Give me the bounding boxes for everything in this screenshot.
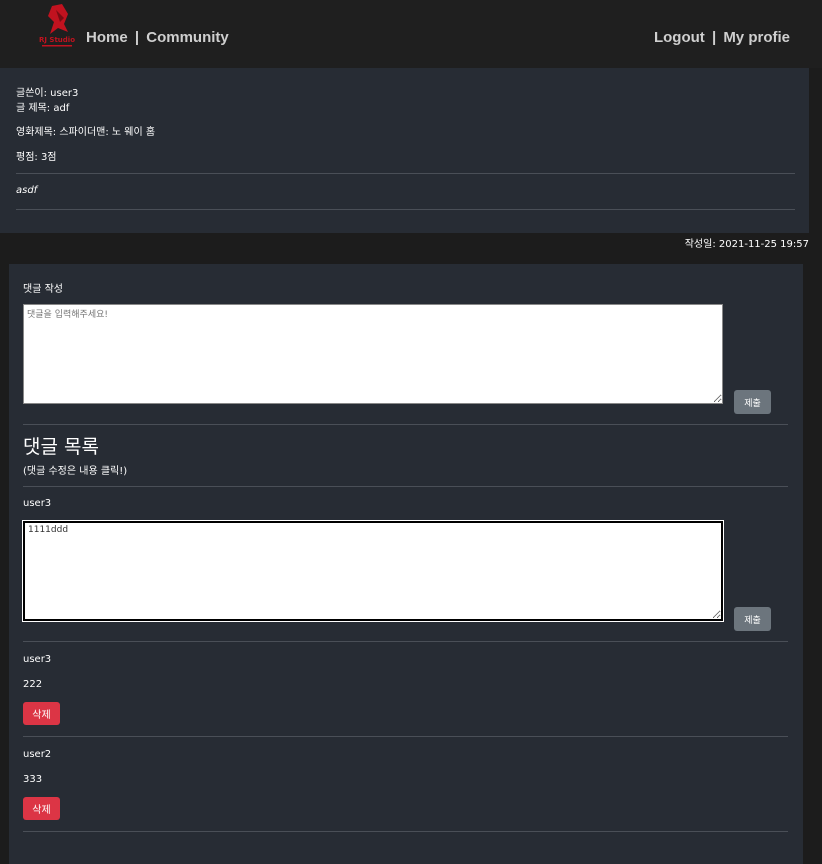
divider xyxy=(16,173,795,174)
divider xyxy=(23,424,788,425)
nav-logout-link[interactable]: Logout xyxy=(654,29,705,46)
post-movie-title: 영화제목: 스파이더맨: 노 웨이 홈 xyxy=(16,127,156,138)
comment-edit-submit-button[interactable]: 제출 xyxy=(734,607,771,631)
nav-separator: | xyxy=(711,29,717,46)
comment-content[interactable]: 333 xyxy=(23,774,42,785)
comment-edit-input[interactable]: 1111ddd xyxy=(23,521,723,621)
nav-profile-link[interactable]: My profie xyxy=(723,29,790,46)
comment-content[interactable]: 222 xyxy=(23,679,42,690)
post-title: 글 제목: adf xyxy=(16,103,70,114)
navbar: RJ Studio Home | Community Logout | My p… xyxy=(0,0,822,68)
divider xyxy=(23,736,788,737)
comment-form-label: 댓글 작성 xyxy=(23,284,63,295)
nav-separator: | xyxy=(134,29,140,46)
nav-right-links: Logout | My profie xyxy=(654,29,790,46)
post-rating: 평점: 3점 xyxy=(16,152,57,163)
comment-author: user3 xyxy=(23,654,52,665)
nav-community-link[interactable]: Community xyxy=(146,29,229,46)
comment-author: user3 xyxy=(23,498,52,509)
post-date: 작성일: 2021-11-25 19:57 xyxy=(684,239,809,250)
post-detail: 글쓴이: user3 글 제목: adf 영화제목: 스파이더맨: 노 웨이 홈… xyxy=(0,68,809,233)
nav-home-link[interactable]: Home xyxy=(86,29,128,46)
comment-edit-hint: (댓글 수정은 내용 클릭!) xyxy=(23,466,128,477)
nav-left-links: Home | Community xyxy=(86,29,229,46)
comment-delete-button[interactable]: 삭제 xyxy=(23,797,60,820)
logo-text: RJ Studio xyxy=(39,36,75,44)
comment-author: user2 xyxy=(23,749,52,760)
comment-submit-button[interactable]: 제출 xyxy=(734,390,771,414)
comment-list-title: 댓글 목록 xyxy=(23,436,99,458)
divider xyxy=(23,641,788,642)
divider xyxy=(23,831,788,832)
comment-delete-button[interactable]: 삭제 xyxy=(23,702,60,725)
comments-section: 댓글 작성 제출 댓글 목록 (댓글 수정은 내용 클릭!) user3 111… xyxy=(9,264,803,864)
divider xyxy=(16,209,795,210)
post-author: 글쓴이: user3 xyxy=(16,88,79,99)
comment-input[interactable] xyxy=(23,304,723,404)
post-body: asdf xyxy=(16,185,38,196)
logo-icon[interactable]: RJ Studio xyxy=(38,2,76,48)
divider xyxy=(23,486,788,487)
